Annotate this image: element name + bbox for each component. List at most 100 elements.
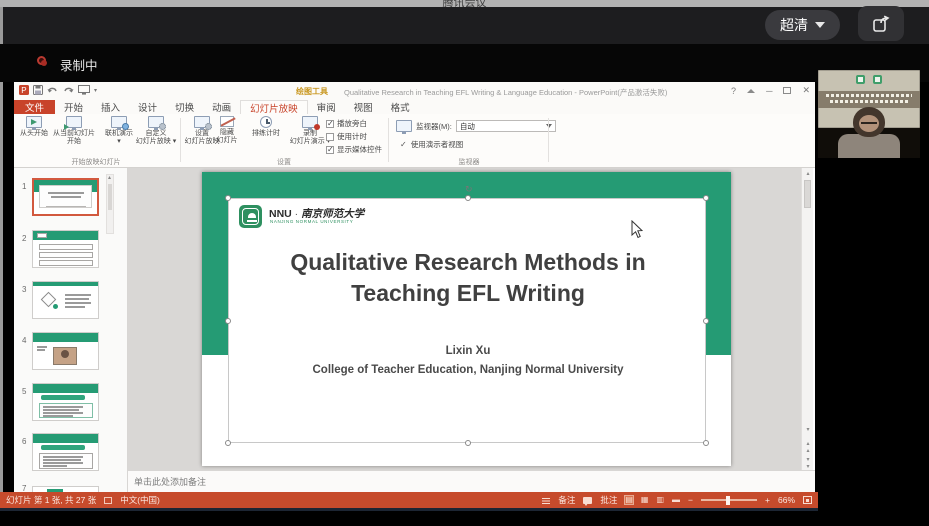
thumb-number: 3: [22, 285, 27, 294]
tab-transitions[interactable]: 切换: [166, 100, 203, 114]
slide-thumbnail-1[interactable]: [32, 178, 99, 216]
record-slideshow-icon: [302, 116, 320, 130]
resize-handle-ne[interactable]: [703, 195, 709, 201]
scrollbar-thumb[interactable]: [804, 180, 811, 208]
comments-toggle[interactable]: 批注: [600, 494, 617, 506]
resize-handle-nw[interactable]: [225, 195, 231, 201]
from-beginning-button[interactable]: 从头开始: [14, 116, 54, 138]
spellcheck-icon[interactable]: [104, 496, 113, 504]
reading-view-button[interactable]: ▥: [656, 496, 664, 504]
save-icon[interactable]: [33, 85, 43, 95]
slide-sorter-view-button[interactable]: ▦: [641, 496, 649, 504]
slide-thumbnail-3[interactable]: [32, 281, 99, 319]
tab-design[interactable]: 设计: [129, 100, 166, 114]
window-bottom-edge: [0, 508, 818, 511]
comments-icon[interactable]: [583, 496, 593, 506]
custom-slideshow-button[interactable]: 自定义 幻灯片放映 ▾: [134, 116, 178, 145]
slide-author: Lixin Xu: [445, 345, 491, 357]
normal-view-button[interactable]: ▤: [624, 495, 634, 505]
resize-handle-sw[interactable]: [225, 440, 231, 446]
recording-status[interactable]: 录制中: [60, 55, 98, 74]
slide-canvas[interactable]: NNU · 南京师范大学 NANJING NORMAL UNIVERSITY Q…: [202, 172, 731, 466]
ribbon-tab-row: 文件 开始 插入 设计 切换 动画 幻灯片放映 审阅 视图 格式: [14, 100, 815, 115]
language-status[interactable]: 中文(中国): [120, 494, 160, 506]
ppt-window-title: Qualitative Research in Teaching EFL Wri…: [344, 87, 668, 97]
zoom-out-button[interactable]: −: [688, 495, 693, 505]
meeting-recording-bar: [0, 44, 929, 82]
tab-file[interactable]: 文件: [14, 100, 56, 114]
previous-slide-button[interactable]: ▴ ▴: [802, 440, 814, 454]
quick-access-toolbar: P ▾: [19, 85, 97, 95]
monitor-select[interactable]: 自动: [455, 120, 556, 132]
slideshow-view-button[interactable]: ▬: [672, 496, 680, 504]
restore-button[interactable]: [783, 87, 792, 94]
resize-handle-s[interactable]: [465, 440, 471, 446]
monitor-group-label: 监视器: [458, 159, 480, 166]
undo-icon[interactable]: [47, 85, 59, 95]
from-beginning-icon: [26, 116, 42, 130]
thumb-number: 1: [22, 182, 27, 191]
ppt-statusbar: 幻灯片 第 1 张, 共 27 张 中文(中国) 备注 批注 ▤ ▦ ▥ ▬ −…: [0, 492, 818, 508]
tab-format[interactable]: 格式: [382, 100, 419, 114]
tab-insert[interactable]: 插入: [92, 100, 129, 114]
checkbox-icon: [326, 145, 334, 154]
next-slide-button[interactable]: ▾ ▾: [802, 456, 814, 470]
slide-thumbnail-4[interactable]: [32, 332, 99, 370]
participant-shoulders: [838, 134, 900, 158]
tab-view[interactable]: 视图: [345, 100, 382, 114]
resize-handle-w[interactable]: [225, 318, 231, 324]
slide-area-scrollbar[interactable]: ▴ ▾ ▴ ▴ ▾ ▾: [801, 168, 813, 470]
scroll-down-icon[interactable]: ▾: [802, 426, 814, 433]
ribbon-options-button[interactable]: [747, 88, 756, 93]
drawing-tools-context-label: 绘图工具: [296, 87, 328, 96]
thumbnail-scrollbar[interactable]: [106, 174, 114, 234]
present-online-button[interactable]: 联机演示 ▾: [99, 116, 139, 145]
powerpoint-icon[interactable]: P: [19, 85, 29, 95]
play-narrations-checkbox[interactable]: 播放旁白: [326, 118, 367, 129]
zoom-slider-thumb[interactable]: [726, 495, 730, 505]
meeting-title: 腾讯会议: [442, 0, 487, 7]
hide-slide-button[interactable]: 隐藏 幻灯片: [208, 116, 246, 144]
video-quality-button[interactable]: 超清: [765, 10, 840, 40]
participant-video[interactable]: [818, 70, 920, 158]
monitor-icon: [396, 120, 412, 134]
tab-slideshow[interactable]: 幻灯片放映: [240, 100, 308, 115]
tab-animations[interactable]: 动画: [203, 100, 240, 114]
recording-icon: [37, 56, 47, 66]
from-current-slide-button[interactable]: 从当前幻灯片 开始: [52, 116, 96, 145]
slide-thumbnail-6[interactable]: [32, 433, 99, 471]
redo-icon[interactable]: [63, 85, 74, 95]
banner-logo-icon: [856, 75, 865, 84]
participant-glasses: [861, 122, 877, 124]
present-online-icon: [111, 116, 129, 130]
notes-toggle-icon[interactable]: [542, 496, 551, 504]
presenter-view-checkbox[interactable]: ✓ 使用演示者视图: [400, 139, 463, 150]
qat-menu-caret-icon[interactable]: ▾: [94, 87, 97, 94]
share-screen-button[interactable]: [858, 6, 904, 41]
scroll-up-icon[interactable]: ▴: [802, 170, 814, 177]
tab-home[interactable]: 开始: [55, 100, 92, 114]
help-button[interactable]: ?: [731, 86, 736, 96]
slide-title: Qualitative Research Methods in Teaching…: [290, 249, 646, 306]
tab-review[interactable]: 审阅: [308, 100, 345, 114]
rehearse-timings-icon: [260, 116, 272, 128]
use-timings-checkbox[interactable]: 使用计时: [326, 131, 367, 142]
slide-thumbnail-2[interactable]: [32, 230, 99, 268]
zoom-slider[interactable]: [701, 495, 758, 505]
notes-toggle[interactable]: 备注: [558, 494, 575, 506]
minimize-button[interactable]: ─: [766, 86, 772, 96]
resize-handle-e[interactable]: [703, 318, 709, 324]
resize-handle-n[interactable]: [465, 195, 471, 201]
show-media-controls-checkbox[interactable]: 显示媒体控件: [326, 144, 382, 155]
window-controls: ? ─ ✕: [731, 85, 810, 96]
fit-to-window-button[interactable]: [803, 496, 812, 504]
close-button[interactable]: ✕: [802, 85, 810, 96]
zoom-level[interactable]: 66%: [778, 495, 795, 505]
start-from-beginning-icon[interactable]: [78, 85, 90, 95]
rotate-handle[interactable]: ↻: [465, 184, 473, 195]
zoom-in-button[interactable]: +: [765, 495, 770, 505]
slide-thumbnail-5[interactable]: [32, 383, 99, 421]
notes-pane[interactable]: 单击此处添加备注: [128, 470, 815, 492]
rehearse-timings-button[interactable]: 排练计时: [246, 116, 286, 138]
resize-handle-se[interactable]: [703, 440, 709, 446]
